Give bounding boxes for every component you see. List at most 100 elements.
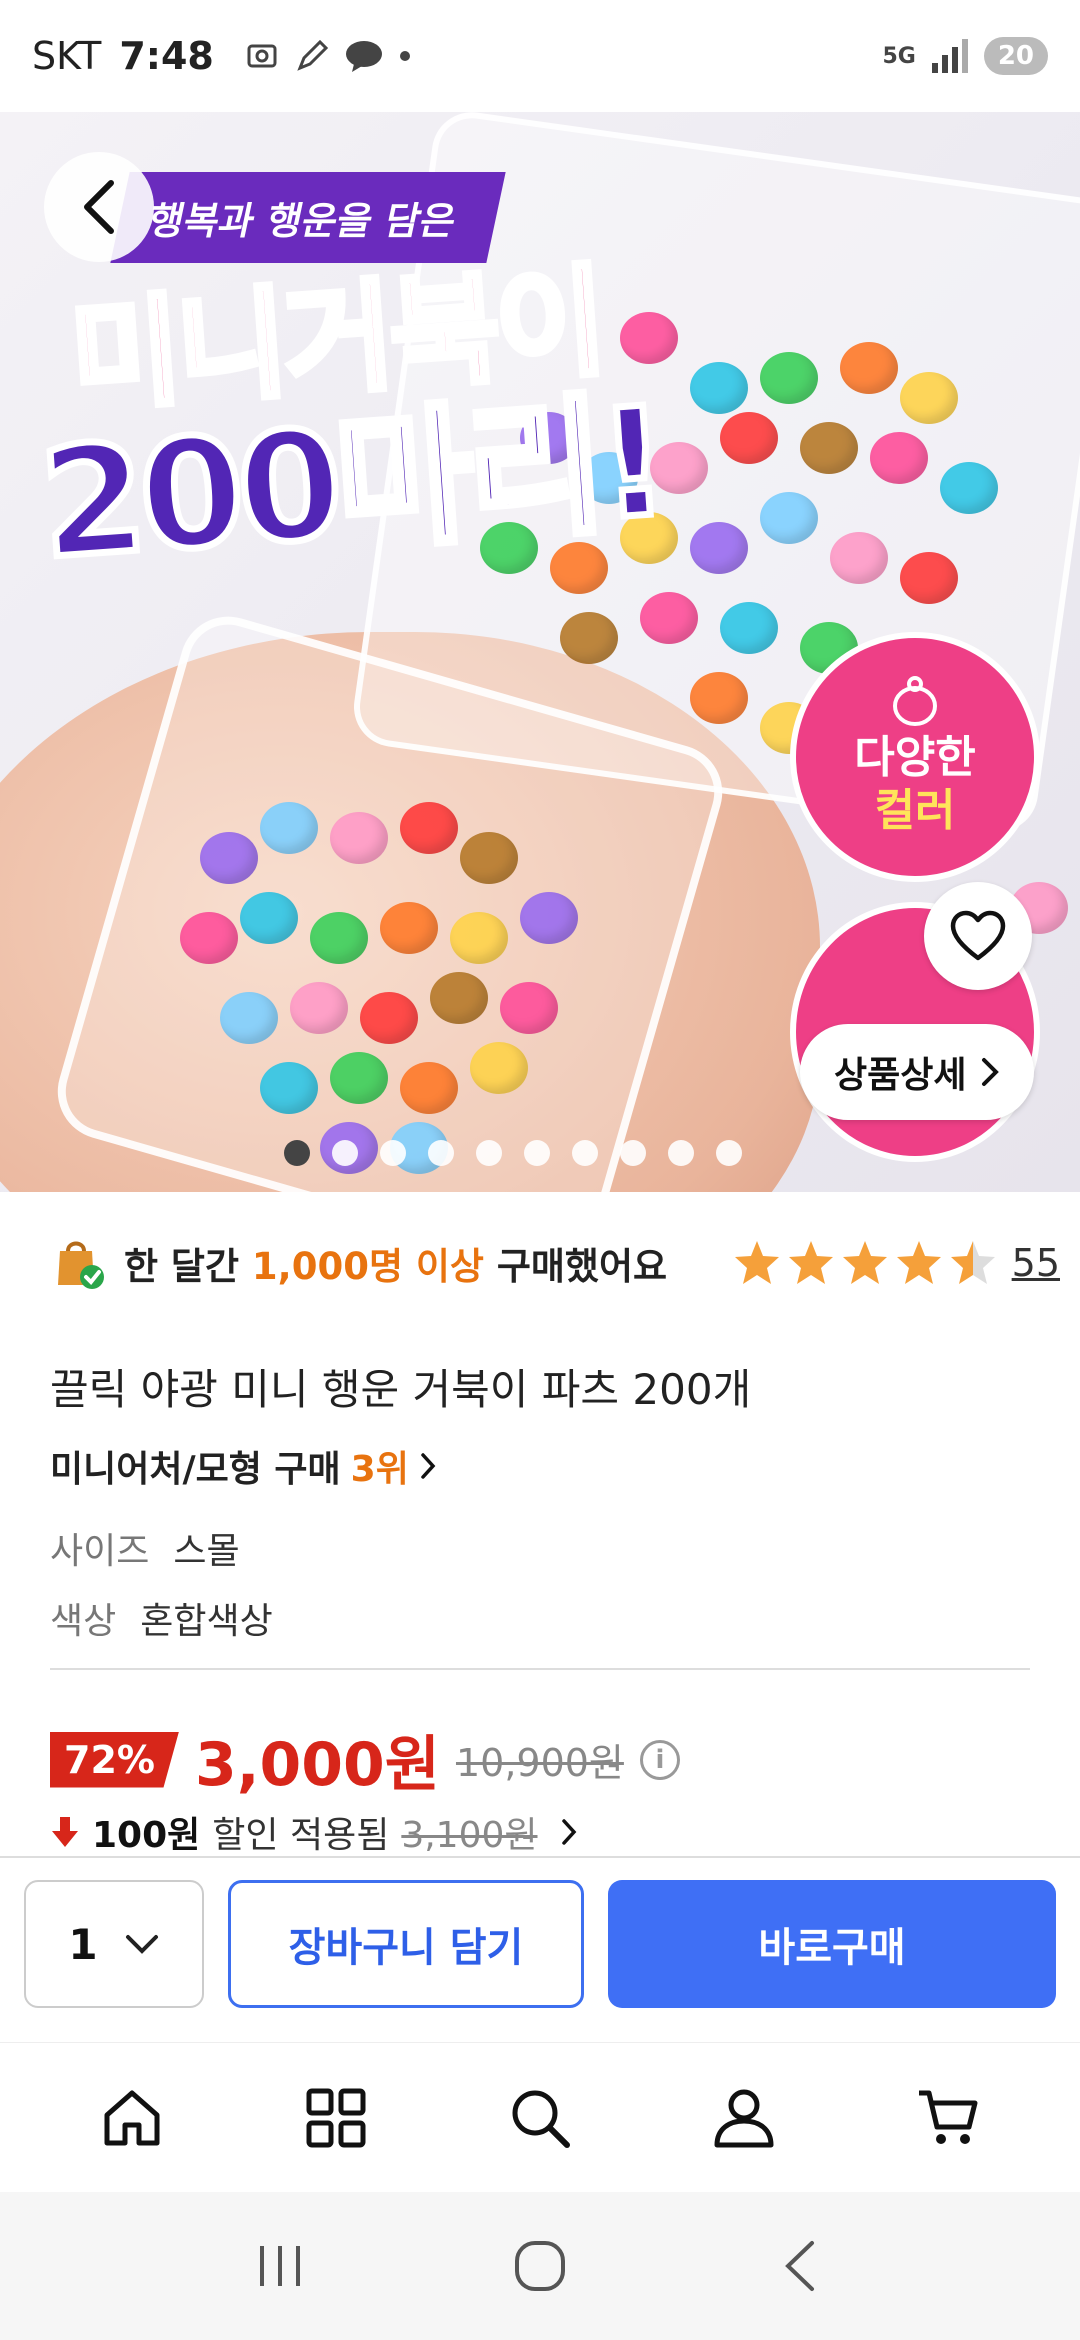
network-label: 5G	[882, 43, 916, 69]
star-icon	[950, 1241, 995, 1284]
star-icon	[842, 1241, 887, 1284]
chevron-left-icon	[84, 180, 114, 234]
turtle-bead	[180, 912, 238, 964]
turtle-bead	[640, 592, 698, 644]
option-color-label: 색상	[50, 1601, 117, 1642]
turtle-bead	[900, 552, 958, 604]
wishlist-button[interactable]	[924, 882, 1032, 990]
turtle-bead	[940, 462, 998, 514]
carousel-dot	[668, 1140, 694, 1166]
turtle-bead	[560, 612, 618, 664]
turtle-bead	[720, 412, 778, 464]
turtle-bead	[460, 832, 518, 884]
home-circle-icon	[515, 2241, 565, 2291]
option-color: 색상 혼합색상	[50, 1592, 273, 1644]
turtle-bead	[900, 372, 958, 424]
option-size-label: 사이즈	[50, 1531, 150, 1572]
screenshot-icon	[247, 44, 277, 68]
home-button[interactable]	[490, 2216, 590, 2316]
cart-icon	[919, 2090, 978, 2144]
hero-headline-2: 200마리!	[32, 372, 671, 596]
buy-stats-highlight: 1,000명 이상	[251, 1245, 484, 1288]
turtle-icon	[893, 676, 937, 727]
category-grid-icon	[306, 2088, 366, 2147]
recent-apps-button[interactable]	[230, 2216, 330, 2316]
turtle-bead	[200, 832, 258, 884]
option-size: 사이즈 스몰	[50, 1522, 240, 1574]
turtle-bead	[690, 522, 748, 574]
heart-icon	[950, 910, 1006, 961]
carousel-indicator	[284, 1140, 742, 1166]
current-price: 3,000원	[194, 1730, 440, 1800]
nav-category[interactable]	[276, 2058, 396, 2178]
buy-stats-prefix: 한 달간	[124, 1245, 240, 1288]
price-row: 72% 3,000원 10,900원 i	[50, 1716, 680, 1803]
turtle-bead	[290, 982, 348, 1034]
rating-stars	[732, 1239, 998, 1287]
rank-category: 미니어처/모형 구매	[50, 1449, 341, 1490]
pen-icon	[297, 39, 328, 71]
turtle-bead	[870, 432, 928, 484]
purchase-bar: 1 장바구니 담기 바로구매	[0, 1856, 1080, 2042]
coupon-text: 할인 적용됨	[212, 1815, 390, 1856]
turtle-bead	[760, 352, 818, 404]
add-to-cart-button[interactable]: 장바구니 담기	[228, 1880, 584, 2008]
turtle-bead	[400, 1062, 458, 1114]
carousel-dot	[380, 1140, 406, 1166]
signal-icon	[931, 39, 968, 73]
nav-search[interactable]	[480, 2058, 600, 2178]
carousel-dot	[428, 1140, 454, 1166]
buy-now-button[interactable]: 바로구매	[608, 1880, 1056, 2008]
rank-value: 3위	[350, 1449, 409, 1490]
badge-line-2: 컬러	[874, 785, 956, 836]
category-rank-link[interactable]: 미니어처/모형 구매 3위	[50, 1440, 437, 1492]
carousel-dot	[716, 1140, 742, 1166]
quantity-selector[interactable]: 1	[24, 1880, 204, 2008]
info-icon[interactable]: i	[639, 1739, 680, 1780]
shopping-bag-check-icon	[50, 1235, 106, 1291]
turtle-bead	[450, 912, 508, 964]
clock: 7:48	[119, 34, 214, 78]
chevron-right-icon	[421, 1453, 436, 1479]
nav-home[interactable]	[72, 2058, 192, 2178]
turtle-bead	[260, 1062, 318, 1114]
option-size-value: 스몰	[173, 1531, 240, 1572]
turtle-bead	[840, 342, 898, 394]
review-count-link[interactable]: 55	[1012, 1241, 1060, 1285]
badge-line-1: 다양한	[854, 732, 976, 784]
back-system-button[interactable]	[750, 2216, 850, 2316]
discount-badge: 72%	[50, 1731, 179, 1788]
turtle-bead	[760, 492, 818, 544]
product-image-carousel[interactable]: 행복과 행운을 담은 미니거북이 200마리! 다양한 컬러 상품상세	[0, 112, 1080, 1192]
carousel-dot	[620, 1140, 646, 1166]
divider	[50, 1668, 1030, 1670]
down-arrow-icon	[52, 1817, 78, 1847]
back-arrow-icon	[785, 2241, 814, 2291]
back-button[interactable]	[44, 152, 154, 262]
turtle-bead	[260, 802, 318, 854]
turtle-bead	[240, 892, 298, 944]
recent-apps-icon	[260, 2246, 300, 2286]
product-detail-button[interactable]: 상품상세	[800, 1024, 1035, 1120]
chevron-right-icon	[982, 1058, 1000, 1086]
system-navigation	[0, 2192, 1080, 2340]
original-price: 10,900원	[455, 1741, 624, 1785]
turtle-bead	[360, 992, 418, 1044]
turtle-bead	[330, 812, 388, 864]
turtle-bead	[800, 422, 858, 474]
turtle-bead	[690, 362, 748, 414]
status-bar: SKT 7:48 5G 20	[0, 0, 1080, 112]
carousel-dot	[572, 1140, 598, 1166]
coupon-discount-row[interactable]: 100원 할인 적용됨 3,100원	[50, 1806, 578, 1858]
turtle-bead	[380, 902, 438, 954]
turtle-bead	[330, 1052, 388, 1104]
turtle-bead	[720, 602, 778, 654]
chevron-down-icon	[125, 1935, 158, 1954]
profile-icon	[714, 2089, 774, 2147]
product-detail-label: 상품상세	[834, 1055, 967, 1096]
product-title: 끌릭 야광 미니 행운 거북이 파츠 200개	[50, 1365, 752, 1414]
carousel-dot	[476, 1140, 502, 1166]
nav-cart[interactable]	[888, 2058, 1008, 2178]
purchase-stats-row: 한 달간 1,000명 이상 구매했어요 55	[50, 1228, 1060, 1298]
nav-profile[interactable]	[684, 2058, 804, 2178]
